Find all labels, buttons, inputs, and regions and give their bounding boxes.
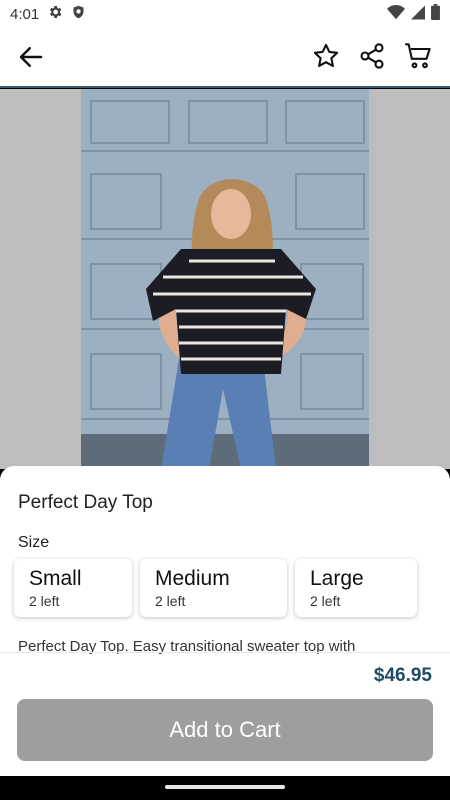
status-time: 4:01 — [10, 5, 40, 23]
size-label: Size — [18, 534, 50, 551]
shield-icon — [71, 4, 86, 24]
product-photo[interactable] — [81, 89, 369, 469]
add-to-cart-button[interactable]: Add to Cart — [17, 699, 433, 761]
system-nav-bar — [0, 776, 450, 800]
purchase-bar: $46.95 Add to Cart — [0, 654, 450, 776]
size-option-small[interactable]: Small 2 left — [14, 559, 132, 617]
product-title: Perfect Day Top — [18, 492, 153, 513]
size-stock: 2 left — [29, 593, 60, 609]
size-option-large[interactable]: Large 2 left — [295, 559, 417, 617]
cart-icon[interactable] — [404, 41, 432, 71]
battery-icon — [431, 4, 440, 24]
size-option-medium[interactable]: Medium 2 left — [140, 559, 287, 617]
product-detail-sheet: Perfect Day Top Size Small 2 left Medium… — [0, 466, 450, 776]
size-name: Medium — [155, 567, 230, 590]
size-options: Small 2 left Medium 2 left Large 2 left — [14, 559, 417, 617]
size-name: Small — [29, 567, 82, 590]
divider — [0, 652, 450, 653]
status-bar: 4:01 — [0, 0, 450, 28]
size-stock: 2 left — [310, 593, 341, 609]
wifi-icon — [387, 4, 405, 24]
size-stock: 2 left — [155, 593, 186, 609]
product-price: $46.95 — [373, 665, 432, 686]
share-icon[interactable] — [358, 41, 386, 71]
product-image-area[interactable] — [0, 89, 450, 469]
app-bar — [0, 28, 450, 88]
cell-signal-icon — [411, 5, 425, 24]
size-name: Large — [310, 567, 364, 590]
favorite-star-icon[interactable] — [312, 41, 340, 71]
settings-gear-icon — [47, 4, 63, 24]
home-gesture-handle[interactable] — [165, 785, 285, 789]
back-arrow-icon[interactable] — [16, 42, 46, 72]
